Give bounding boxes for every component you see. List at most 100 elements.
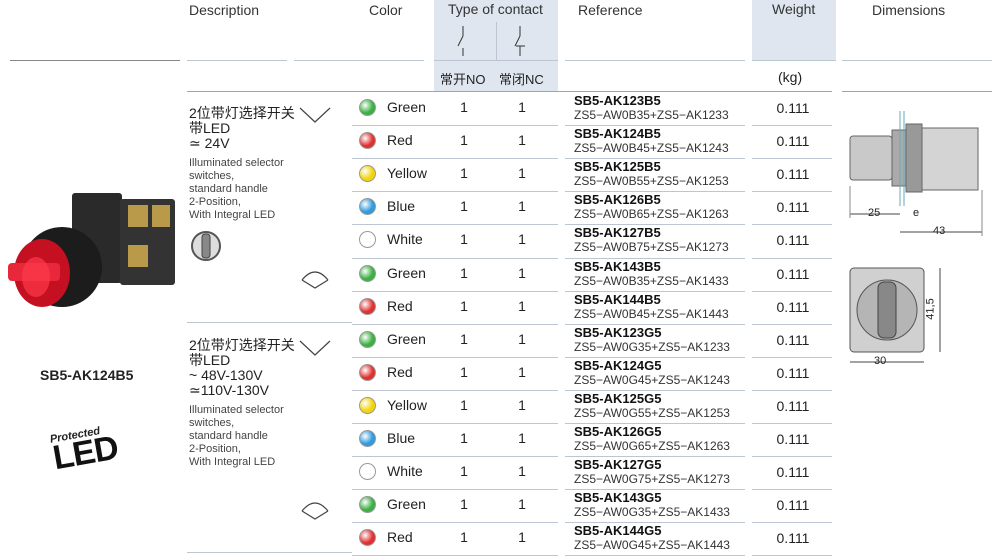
row-rule [352, 390, 434, 391]
color-label: Blue [387, 430, 416, 446]
reference-code: SB5-AK123B5 [574, 93, 661, 108]
color-label: Yellow [387, 396, 427, 413]
color-label: Red [387, 363, 413, 380]
reference-components: ZS5−AW0G55+ZS5−AK1253 [574, 405, 730, 420]
reference-code: SB5-AK125G5 [574, 390, 662, 406]
header-rule [752, 60, 836, 61]
row-rule [352, 522, 434, 523]
weight-value: 0.111 [776, 298, 810, 315]
row-rule [434, 224, 558, 225]
row-rule [752, 489, 832, 490]
dimension-front-view [849, 267, 941, 363]
selector-switch-photo [8, 193, 175, 307]
row-rule [352, 456, 434, 457]
nc-count: 1 [518, 529, 526, 546]
group-rule [187, 552, 352, 553]
position-arc-icon [301, 271, 329, 289]
no-count: 1 [460, 132, 468, 149]
weight-value: 0.111 [776, 166, 810, 183]
nc-count: 1 [518, 165, 526, 182]
group-rule [187, 322, 352, 323]
weight-value: 0.111 [776, 199, 810, 216]
dimension-side-view [849, 111, 983, 236]
description-voltage: ~ 48V-130V [189, 367, 263, 383]
description-en: 2-Position, [189, 196, 241, 208]
row-rule [752, 224, 832, 225]
reference-code: SB5-AK123G5 [574, 324, 662, 340]
weight-value: 0.111 [776, 530, 810, 547]
description-cn-led: 带LED [189, 120, 231, 136]
header-rule [10, 60, 180, 61]
no-count: 1 [460, 430, 468, 446]
no-count: 1 [460, 198, 468, 215]
row-rule [434, 456, 558, 457]
color-indicator-icon [359, 463, 376, 481]
nc-count: 1 [518, 496, 526, 513]
description-en: Illuminated selector [189, 157, 284, 169]
reference-code: SB5-AK143B5 [574, 258, 661, 274]
color-label: Green [387, 264, 426, 281]
no-contact-symbol-icon [457, 26, 464, 56]
position-v-icon [299, 340, 331, 356]
no-count: 1 [460, 330, 468, 347]
row-rule [434, 390, 558, 391]
reference-components: ZS5−AW0G35+ZS5−AK1233 [574, 339, 730, 354]
dim-e: e [913, 207, 920, 219]
header-rule [565, 60, 745, 61]
reference-components: ZS5−AW0B45+ZS5−AK1243 [574, 141, 729, 156]
color-label: Red [387, 529, 413, 546]
description-en: With Integral LED [189, 456, 276, 468]
dim-41-5: 41,5 [924, 298, 937, 320]
color-indicator-icon [359, 430, 376, 447]
weight-value: 0.111 [776, 265, 810, 282]
no-count: 1 [460, 297, 468, 314]
row-rule [752, 324, 832, 325]
nc-count: 1 [518, 132, 526, 149]
reference-components: ZS5−AW0G75+ZS5−AK1273 [574, 472, 730, 487]
header-reference: Reference [578, 2, 643, 18]
row-rule [752, 191, 832, 192]
row-rule [352, 125, 434, 126]
reference-components: ZS5−AW0G45+ZS5−AK1443 [574, 538, 730, 553]
description-voltage: ≃110V-130V [189, 382, 269, 398]
color-indicator-icon [359, 396, 376, 414]
no-count: 1 [460, 529, 468, 546]
reference-components: ZS5−AW0B65+ZS5−AK1263 [574, 207, 729, 222]
reference-components: ZS5−AW0B55+ZS5−AK1253 [574, 174, 729, 189]
row-rule [352, 291, 434, 292]
header-weight: Weight [772, 1, 816, 17]
color-indicator-icon [359, 363, 376, 381]
weight-value: 0.111 [776, 133, 810, 150]
description-en: switches, [189, 417, 235, 429]
color-label: Red [387, 297, 413, 314]
reference-components: ZS5−AW0B75+ZS5−AK1273 [574, 240, 729, 255]
row-rule [434, 191, 558, 192]
weight-value: 0.111 [776, 100, 810, 116]
header-rule [434, 60, 558, 61]
row-rule [352, 224, 434, 225]
header-kg: (kg) [778, 69, 803, 85]
weight-value: 0.111 [776, 364, 810, 381]
row-rule [352, 489, 434, 490]
reference-components: ZS5−AW0B35+ZS5−AK1233 [574, 108, 729, 122]
description-group-2: 2位带灯选择开关 带LED ~ 48V-130V ≃110V-130V Illu… [189, 338, 299, 469]
reference-code: SB5-AK144G5 [574, 523, 662, 539]
row-rule [752, 456, 832, 457]
weight-value: 0.111 [776, 431, 810, 447]
color-label: Green [387, 330, 426, 347]
color-indicator-icon [359, 529, 376, 547]
color-indicator-icon [359, 330, 376, 348]
nc-contact-symbol-icon [514, 26, 525, 56]
row-rule [752, 258, 832, 259]
selector-knob-icon [191, 231, 221, 261]
row-rule [752, 291, 832, 292]
color-indicator-icon [359, 198, 376, 216]
row-rule [352, 423, 434, 424]
color-label: Green [387, 99, 426, 115]
row-rule [752, 522, 832, 523]
position-v-icon [299, 107, 331, 123]
protected-led-logo: Protected LED [49, 423, 121, 477]
weight-value: 0.111 [776, 232, 810, 249]
reference-code: SB5-AK124G5 [574, 357, 662, 373]
reference-code: SB5-AK126B5 [574, 192, 661, 208]
